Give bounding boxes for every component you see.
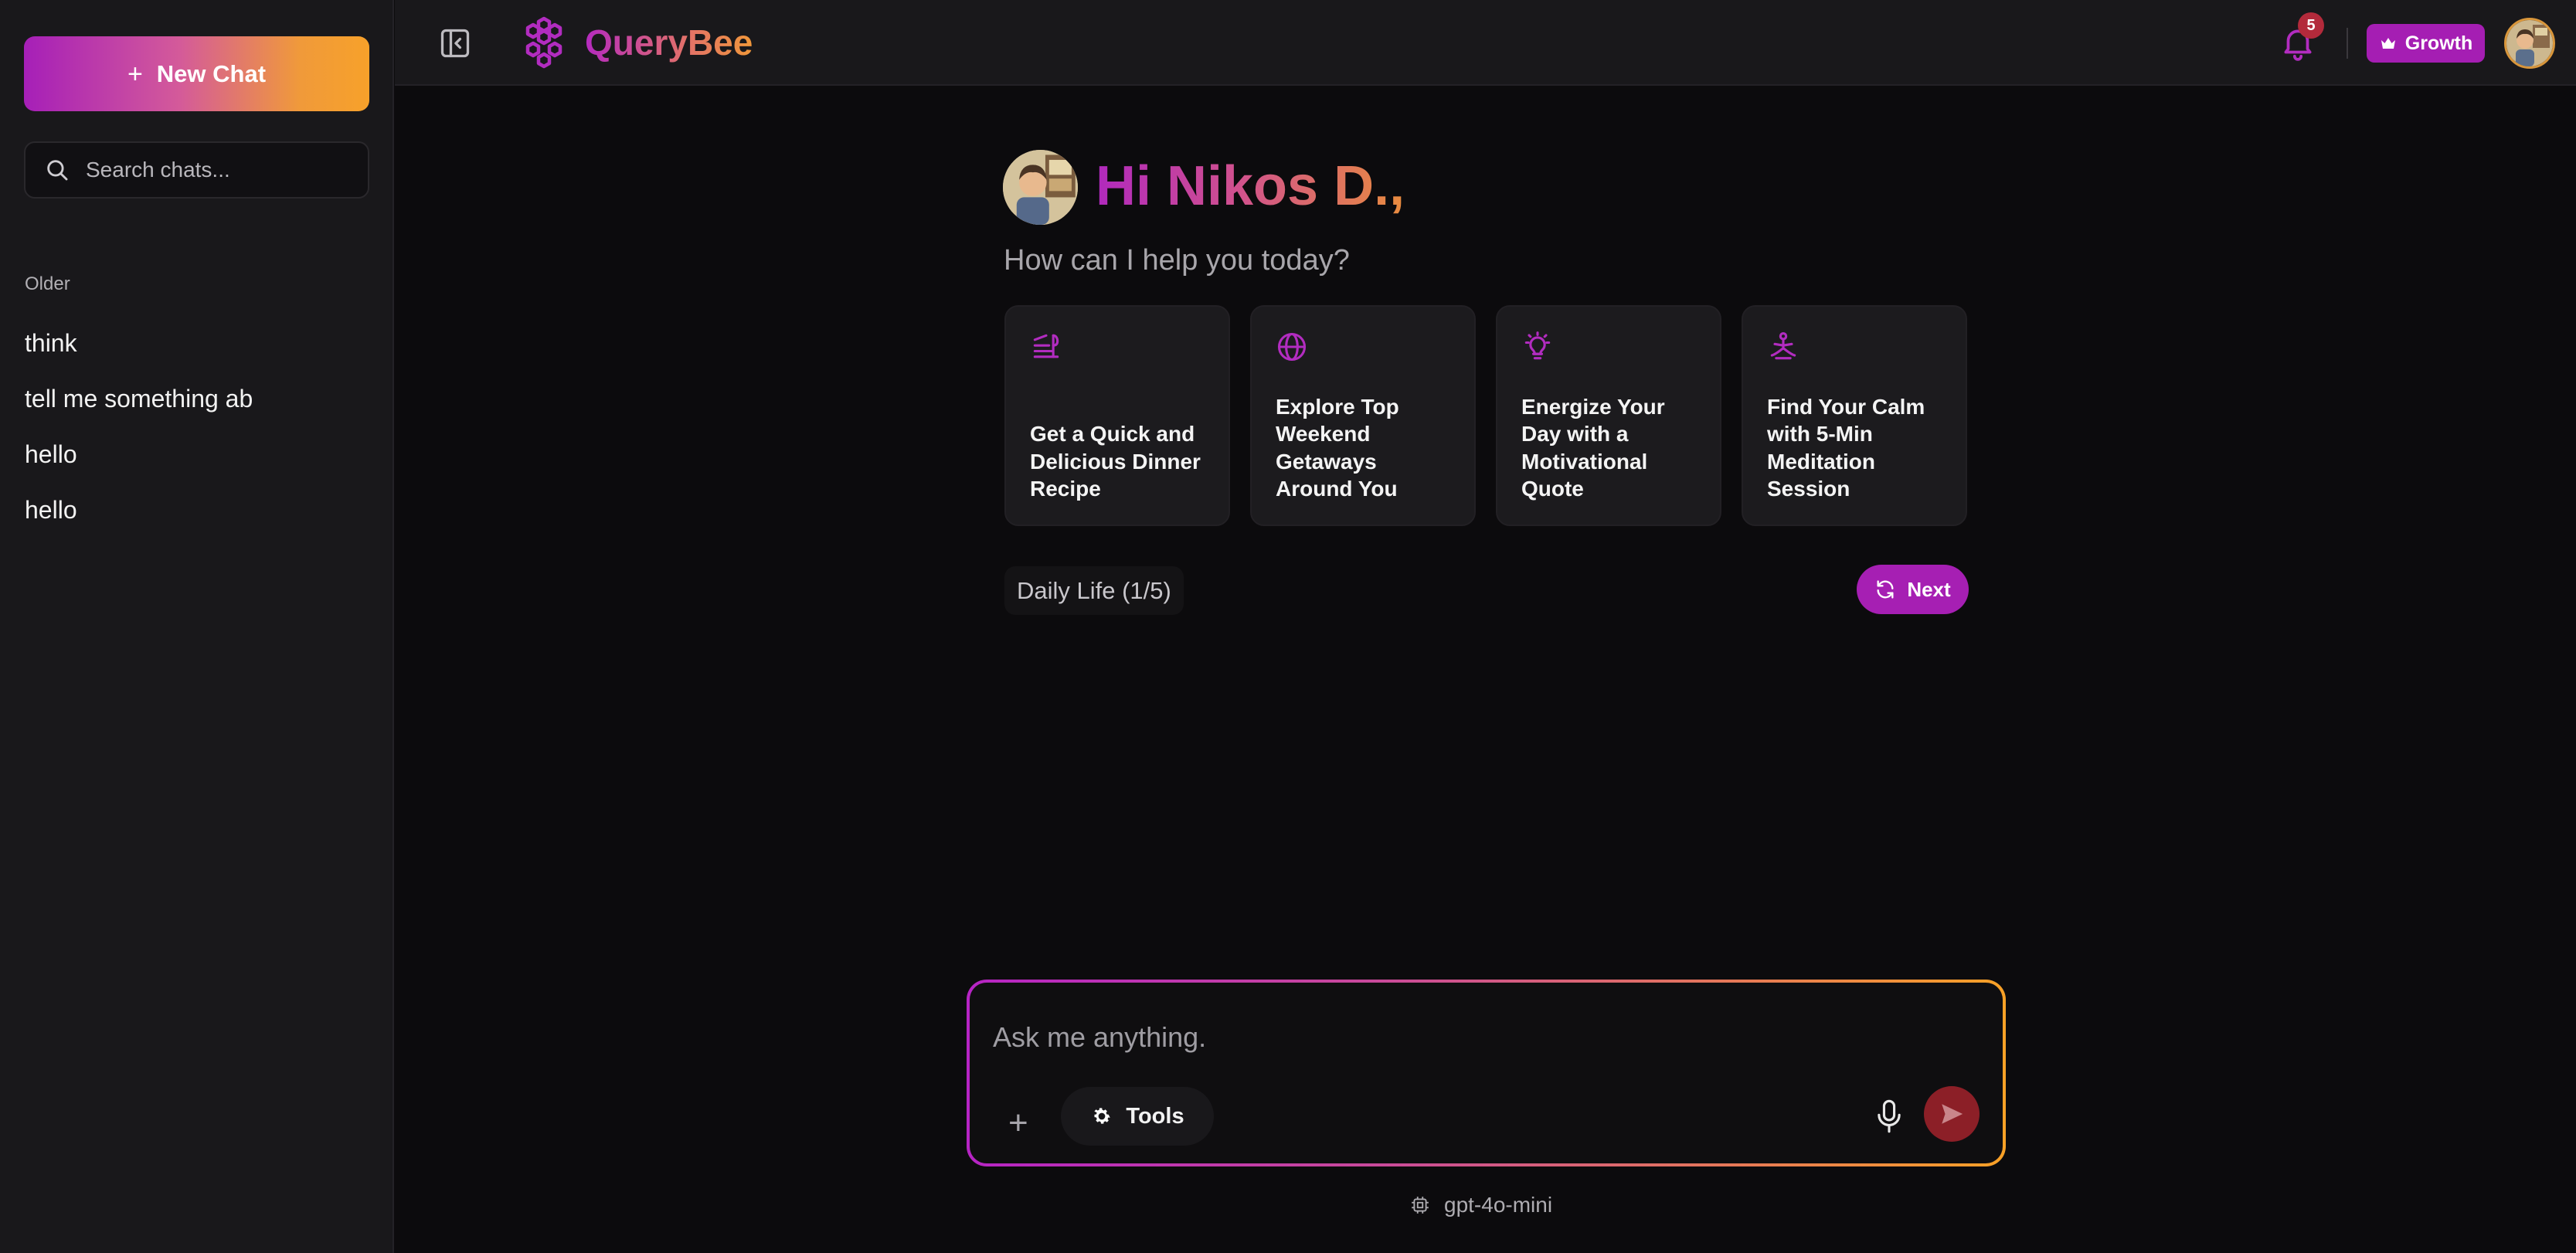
- honeycomb-logo-icon: [525, 16, 562, 69]
- chip-icon: [1412, 1197, 1429, 1214]
- suggestion-card[interactable]: Find Your Calm with 5-Min Meditation Ses…: [1742, 305, 1967, 526]
- dinner-icon: [1033, 334, 1059, 358]
- chat-history-item[interactable]: tell me something ab: [25, 371, 253, 426]
- composer-body: + Tools: [970, 983, 2003, 1163]
- search-input[interactable]: [86, 158, 364, 182]
- new-chat-button[interactable]: + New Chat: [24, 36, 369, 111]
- microphone-icon[interactable]: [1874, 1098, 1905, 1134]
- suggestion-text: Explore Top Weekend Getaways Around You: [1276, 394, 1399, 501]
- chat-history-item[interactable]: hello: [25, 482, 253, 538]
- message-input[interactable]: [993, 1021, 1843, 1068]
- meditation-icon: [1770, 332, 1796, 360]
- sidebar-toggle-icon[interactable]: [438, 26, 472, 60]
- new-chat-label: New Chat: [156, 59, 267, 87]
- next-suggestions-button[interactable]: Next: [1857, 565, 1969, 614]
- suggestion-text: Find Your Calm with 5-Min Meditation Ses…: [1767, 394, 1925, 501]
- globe-icon: [1277, 332, 1307, 362]
- lightbulb-icon: [1524, 331, 1551, 360]
- suggestion-text: Get a Quick and Delicious Dinner Recipe: [1030, 422, 1201, 501]
- chat-history-item[interactable]: hello: [25, 426, 253, 482]
- suggestion-card[interactable]: Energize Your Day with a Motivational Qu…: [1496, 305, 1721, 526]
- tools-button[interactable]: Tools: [1061, 1087, 1214, 1146]
- chat-history-list: think tell me something ab hello hello: [25, 315, 253, 538]
- suggestion-card[interactable]: Explore Top Weekend Getaways Around You: [1250, 305, 1476, 526]
- suggestion-text: Energize Your Day with a Motivational Qu…: [1521, 394, 1665, 501]
- send-button[interactable]: [1924, 1086, 1980, 1142]
- crown-icon: [2381, 38, 2395, 49]
- user-avatar[interactable]: [2504, 18, 2555, 69]
- greeting-subtitle: How can I help you today?: [1004, 244, 1350, 277]
- plan-label: Growth: [2404, 32, 2473, 54]
- app-root: + New Chat Older think tell me something…: [0, 0, 2576, 1253]
- attach-plus-icon[interactable]: +: [1008, 1106, 1028, 1140]
- send-icon: [1942, 1104, 1963, 1124]
- plus-icon: +: [127, 59, 143, 89]
- chat-history-item[interactable]: think: [25, 315, 253, 371]
- sidebar: + New Chat Older think tell me something…: [0, 0, 394, 1253]
- next-label: Next: [1907, 577, 1951, 601]
- notification-badge: 5: [2298, 12, 2324, 39]
- avatar-image: [2506, 20, 2553, 66]
- model-indicator[interactable]: gpt-4o-mini: [1410, 1193, 1552, 1217]
- greeting-title: Hi Nikos D.,: [1096, 153, 1405, 219]
- plan-button[interactable]: Growth: [2367, 24, 2485, 63]
- search-icon: [47, 160, 68, 181]
- category-indicator: Daily Life (1/5): [1004, 566, 1184, 615]
- refresh-icon: [1877, 580, 1894, 599]
- avatar-image: [1003, 150, 1078, 225]
- app-name: QueryBee: [585, 22, 753, 63]
- suggestion-card[interactable]: Get a Quick and Delicious Dinner Recipe: [1004, 305, 1230, 526]
- suggestion-cards: Get a Quick and Delicious Dinner Recipe …: [1004, 305, 1967, 526]
- greeting-avatar: [1003, 150, 1078, 225]
- history-section-label: Older: [25, 273, 70, 294]
- model-name: gpt-4o-mini: [1444, 1193, 1553, 1217]
- top-bar: QueryBee 5 Growth: [395, 0, 2576, 86]
- gear-icon: [1094, 1108, 1111, 1124]
- header-divider: [2347, 28, 2348, 59]
- app-logo[interactable]: QueryBee: [517, 15, 753, 70]
- message-composer: + Tools: [967, 980, 2006, 1166]
- search-box[interactable]: [24, 141, 369, 199]
- tools-label: Tools: [1126, 1103, 1184, 1129]
